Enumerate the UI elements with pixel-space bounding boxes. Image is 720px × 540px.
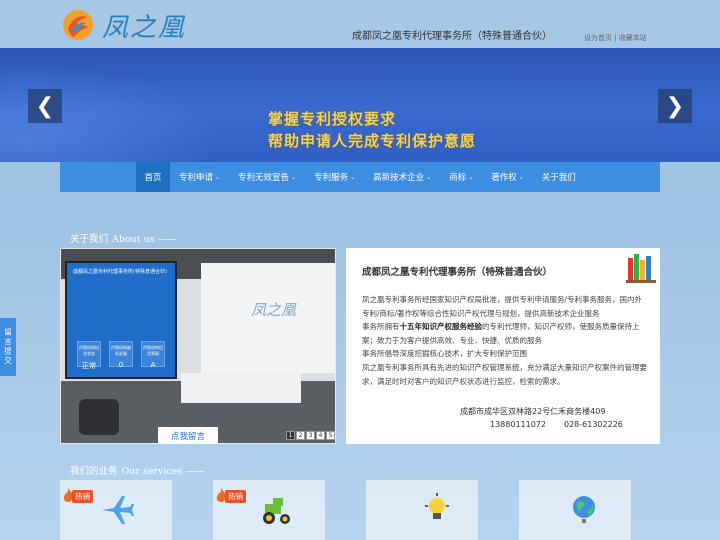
bookmark-link[interactable]: 收藏本站 — [619, 34, 647, 42]
company-phones: 13880111072 028-61302226 — [490, 420, 623, 429]
nav-label: 专利申请 — [179, 173, 214, 183]
nav-label: 商标 — [449, 173, 467, 183]
about-section-title: 关于我们 About us —— — [70, 231, 177, 245]
nav-item-copyright[interactable]: 著作权 ⌄ — [482, 162, 533, 192]
leave-message-button[interactable]: 点我留言 — [158, 427, 218, 444]
site-logo[interactable]: 凤之凰 — [60, 6, 190, 44]
nav-label: 高新技术企业 — [373, 173, 425, 183]
services-section-title: 我们的业务 Our services —— — [70, 463, 204, 477]
nav-item-patent-application[interactable]: 专利申请 ⌄ — [170, 162, 229, 192]
nav-label: 专利无效宣告 — [238, 173, 290, 183]
books-icon — [626, 254, 656, 283]
about-title-cn: 关于我们 — [70, 234, 109, 245]
phoenix-logo-icon — [63, 10, 93, 40]
tile-label: 代理机构被投诉量 — [111, 345, 131, 356]
nav-item-home[interactable]: 首页 — [136, 162, 170, 192]
nav-item-patent-services[interactable]: 专利服务 ⌄ — [305, 162, 364, 192]
nav-label: 著作权 — [491, 173, 517, 183]
pager-dot-3[interactable]: 3 — [306, 431, 315, 440]
intro-body: 凤之凰专利事务所经国家知识产权局批准，提供专利申请服务/专利事务服务，国内外专利… — [362, 293, 648, 388]
pager-dot-2[interactable]: 2 — [296, 431, 305, 440]
nav-item-patent-invalidation[interactable]: 专利无效宣告 ⌄ — [229, 162, 305, 192]
phone-landline: 028-61302226 — [564, 420, 623, 429]
photo-chair — [79, 399, 119, 435]
service-card-3[interactable] — [366, 480, 478, 540]
intro-paragraph-4: 凤之凰专利事务所具有先进的知识产权管理系统，充分满足大量知识产权案件的管理要求，… — [362, 362, 647, 386]
tile-value: 0 — [118, 361, 124, 369]
nav-item-trademark[interactable]: 商标 ⌄ — [440, 162, 482, 192]
photo-counter — [181, 373, 301, 403]
photo-pager: 1 2 3 4 5 — [286, 431, 335, 440]
chevron-down-icon: ⌄ — [468, 173, 474, 181]
screen-title: 成都凤之凰专利代理事务所(特殊普通合伙) — [73, 269, 167, 275]
hot-badge: 热销 — [62, 488, 93, 504]
nav-label: 首页 — [144, 173, 162, 183]
main-nav: 首页 专利申请 ⌄ 专利无效宣告 ⌄ 专利服务 ⌄ 高新技术企业 ⌄ 商标 ⌄ 著作权 ⌄ … — [60, 162, 660, 192]
services-title-en: Our services —— — [121, 466, 205, 477]
firm-name: 成都凤之凰专利代理事务所（特殊普通合伙） — [352, 31, 552, 42]
banner-headline-1: 掌握专利授权要求 — [268, 110, 397, 128]
hero-banner: 掌握专利授权要求 帮助申请人完成专利保护意愿 — [0, 48, 720, 162]
tractor-icon — [263, 498, 290, 524]
service-card-1[interactable]: 热销 — [60, 480, 172, 540]
hot-label: 热销 — [225, 489, 246, 503]
screen-tile-credit: 代理机构信用等级 A — [141, 341, 165, 369]
service-card-2[interactable]: 热销 — [213, 480, 325, 540]
pager-dot-5[interactable]: 5 — [326, 431, 335, 440]
banner-headline-2: 帮助申请人完成专利保护意愿 — [268, 132, 477, 150]
chevron-down-icon: ⌄ — [350, 173, 356, 181]
intro-p2-highlight: 十五年知识产权服务经验 — [399, 322, 483, 332]
company-intro-card: 成都凤之凰专利代理事务所（特殊普通合伙） 凤之凰专利事务所经国家知识产权局批准，… — [346, 248, 660, 444]
nav-item-about[interactable]: 关于我们 — [533, 162, 585, 192]
banner-next-button[interactable]: ❯ — [658, 89, 692, 123]
top-links: 设为首页 | 收藏本站 — [584, 33, 647, 43]
chevron-down-icon: ⌄ — [518, 173, 524, 181]
intro-paragraph-2: 事务所拥有十五年知识产权服务经验的专利代理师，知识产权师，使服务质量保持上案；致… — [362, 320, 648, 347]
office-photo: 成都凤之凰专利代理事务所(特殊普通合伙) 代理机构执业状态 正常 代理机构被投诉… — [60, 248, 336, 444]
intro-paragraph-3: 事务所倡导深度挖掘核心技术，扩大专利保护范围 — [362, 349, 527, 359]
top-links-separator: | — [612, 34, 619, 42]
chevron-down-icon: ⌄ — [215, 173, 221, 181]
screen-tile-status: 代理机构执业状态 正常 — [77, 341, 101, 370]
nav-item-high-tech[interactable]: 高新技术企业 ⌄ — [364, 162, 440, 192]
airplane-icon — [102, 496, 134, 524]
chevron-down-icon: ⌄ — [291, 173, 297, 181]
side-message-tab[interactable]: 留言提交 — [0, 318, 16, 376]
set-homepage-link[interactable]: 设为首页 — [584, 34, 612, 42]
nav-label: 专利服务 — [314, 173, 349, 183]
tile-label: 代理机构执业状态 — [79, 345, 99, 356]
hot-badge: 热销 — [215, 488, 246, 504]
intro-title: 成都凤之凰专利代理事务所（特殊普通合伙） — [362, 267, 553, 278]
screen-tile-complaints: 代理机构被投诉量 0 — [109, 341, 133, 369]
tile-value: 正常 — [82, 362, 96, 370]
company-address: 成都市成华区双林路22号仁禾商务楼409 — [460, 407, 606, 416]
lightbulb-icon — [425, 493, 449, 519]
hot-label: 热销 — [72, 489, 93, 503]
globe-icon — [573, 496, 595, 523]
tile-label: 代理机构信用等级 — [143, 345, 163, 356]
pager-dot-1[interactable]: 1 — [286, 431, 295, 440]
tile-value: A — [150, 361, 156, 369]
pager-dot-4[interactable]: 4 — [316, 431, 325, 440]
site-header: 凤之凰 成都凤之凰专利代理事务所（特殊普通合伙） 设为首页 | 收藏本站 — [0, 0, 720, 48]
about-title-en: About us —— — [112, 234, 177, 245]
chevron-down-icon: ⌄ — [426, 173, 432, 181]
services-title-cn: 我们的业务 — [70, 466, 118, 477]
intro-paragraph-1: 凤之凰专利事务所经国家知识产权局批准，提供专利申请服务/专利事务服务，国内外专利… — [362, 295, 643, 318]
wall-logo: 凤之凰 — [251, 301, 297, 319]
nav-label: 关于我们 — [541, 173, 576, 183]
logo-text: 凤之凰 — [102, 12, 187, 43]
chevron-right-icon: ❯ — [665, 93, 685, 119]
phone-mobile: 13880111072 — [490, 420, 546, 429]
info-screen: 成都凤之凰专利代理事务所(特殊普通合伙) 代理机构执业状态 正常 代理机构被投诉… — [65, 261, 177, 379]
chevron-left-icon: ❮ — [35, 93, 55, 119]
banner-prev-button[interactable]: ❮ — [28, 89, 62, 123]
intro-p2-pre: 事务所拥有 — [362, 322, 400, 332]
service-card-4[interactable] — [519, 480, 631, 540]
